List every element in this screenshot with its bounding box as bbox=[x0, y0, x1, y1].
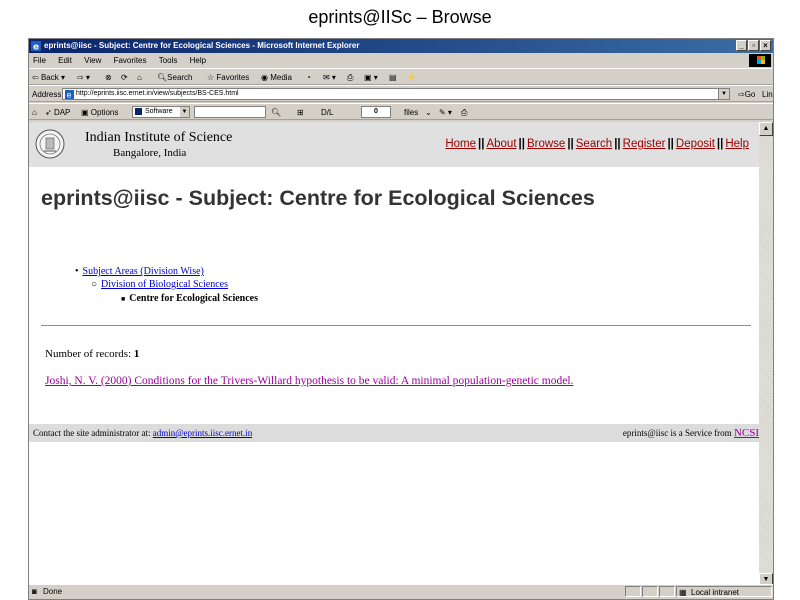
record-count-value: 1 bbox=[133, 348, 140, 360]
custom-toolbar: ⌂ ➶ DAP ▣ Options Software ▼ 🔍︎ ⊞ D/L 0 … bbox=[29, 103, 773, 120]
nav-register[interactable]: Register bbox=[623, 138, 666, 150]
nav-about[interactable]: About bbox=[486, 138, 516, 150]
address-dropdown-icon[interactable]: ▼ bbox=[718, 89, 729, 99]
media-button[interactable]: ◉ Media bbox=[261, 69, 292, 86]
admin-email-link[interactable]: admin@eprints.iisc.ernet.in bbox=[153, 428, 253, 438]
nav-deposit[interactable]: Deposit bbox=[676, 138, 715, 150]
status-text: Done bbox=[43, 587, 63, 596]
address-label: Address bbox=[32, 90, 62, 99]
print-small-icon[interactable]: ⎙ bbox=[461, 104, 467, 121]
window-title: eprints@iisc - Subject: Centre for Ecolo… bbox=[44, 41, 360, 50]
chevron-icon[interactable]: ⌄ bbox=[425, 104, 432, 121]
nav-browse[interactable]: Browse bbox=[527, 138, 565, 150]
breadcrumb-level-2: ○ Division of Biological Sciences bbox=[91, 279, 228, 290]
breadcrumb-level-1: • Subject Areas (Division Wise) bbox=[75, 266, 204, 277]
messenger-icon[interactable]: ⚡ bbox=[406, 69, 416, 86]
iisc-seal-icon bbox=[35, 129, 65, 159]
dl-label: D/L bbox=[321, 108, 334, 117]
minimize-button[interactable]: _ bbox=[736, 40, 747, 51]
slide-title: eprints@IISc – Browse bbox=[308, 7, 492, 27]
address-bar: Address e http://eprints.iisc.ernet.in/v… bbox=[29, 85, 773, 102]
discuss-icon[interactable]: ▤ bbox=[389, 69, 397, 86]
vertical-scrollbar[interactable]: ▲ ▼ bbox=[759, 122, 773, 587]
record-count: Number of records: 1 bbox=[45, 348, 140, 360]
zone-text: Local intranet bbox=[691, 588, 740, 597]
site-footer: Contact the site administrator at: admin… bbox=[29, 424, 759, 442]
page-icon: e bbox=[65, 90, 74, 99]
back-button[interactable]: ⇦ Back ▾ bbox=[32, 69, 65, 86]
refresh-icon[interactable]: ⟳ bbox=[121, 69, 128, 86]
address-input[interactable]: e http://eprints.iisc.ernet.in/view/subj… bbox=[62, 88, 730, 100]
status-page-icon: ◙ bbox=[32, 587, 37, 596]
go-button[interactable]: ⇨Go bbox=[738, 86, 755, 103]
page-content: Indian Institute of Science Bangalore, I… bbox=[29, 122, 759, 587]
highlighter-icon[interactable]: ✎ ▾ bbox=[439, 104, 452, 121]
standard-toolbar: ⇦ Back ▾ ⇨ ▾ ⊗ ⟳ ⌂ 🔍︎Search ☆ Favorites … bbox=[29, 68, 773, 85]
zone-panel: ▦ Local intranet bbox=[676, 586, 772, 597]
home-small-icon[interactable]: ⌂ bbox=[32, 104, 37, 121]
menu-tools[interactable]: Tools bbox=[159, 54, 178, 67]
institute-name: Indian Institute of Science bbox=[85, 130, 233, 145]
institute-location: Bangalore, India bbox=[113, 147, 187, 159]
nav-home[interactable]: Home bbox=[445, 138, 476, 150]
favorites-button[interactable]: ☆ Favorites bbox=[207, 69, 249, 86]
status-bar: ◙ Done ▦ Local intranet bbox=[29, 584, 773, 599]
nav-help[interactable]: Help bbox=[725, 138, 749, 150]
menu-bar: File Edit View Favorites Tools Help bbox=[29, 54, 773, 67]
home-icon[interactable]: ⌂ bbox=[137, 69, 142, 86]
breadcrumb-level-3: ■ Centre for Ecological Sciences bbox=[121, 293, 258, 304]
ncsi-link[interactable]: NCSI bbox=[734, 427, 759, 439]
menu-file[interactable]: File bbox=[33, 54, 46, 67]
browser-window: e eprints@iisc - Subject: Centre for Eco… bbox=[28, 38, 774, 600]
breadcrumb-subject-areas[interactable]: Subject Areas (Division Wise) bbox=[83, 266, 204, 277]
mail-icon[interactable]: ✉ ▾ bbox=[323, 69, 336, 86]
files-label: files bbox=[404, 108, 419, 117]
menu-view[interactable]: View bbox=[84, 54, 101, 67]
software-icon bbox=[135, 108, 142, 115]
site-header: Indian Institute of Science Bangalore, I… bbox=[29, 122, 759, 167]
intranet-icon: ▦ bbox=[679, 588, 687, 597]
dap-button[interactable]: ➶ DAP bbox=[45, 104, 70, 121]
ie-icon: e bbox=[31, 41, 41, 51]
top-navigation: Home || About || Browse || Search || Register || D… bbox=[445, 138, 749, 150]
search-button[interactable]: 🔍︎Search bbox=[157, 69, 193, 86]
stop-icon[interactable]: ⊗ bbox=[105, 69, 112, 86]
page-title: eprints@iisc - Subject: Centre for Ecolo… bbox=[41, 186, 595, 210]
close-button[interactable]: × bbox=[760, 40, 771, 51]
windows-logo-icon bbox=[749, 54, 771, 67]
menu-favorites[interactable]: Favorites bbox=[114, 54, 147, 67]
record-link[interactable]: Joshi, N. V. (2000) Conditions for the T… bbox=[45, 375, 573, 387]
print-icon[interactable]: ⎙ bbox=[347, 69, 353, 86]
nav-search[interactable]: Search bbox=[576, 138, 612, 150]
maximize-button[interactable]: ▫ bbox=[748, 40, 759, 51]
title-bar[interactable]: e eprints@iisc - Subject: Centre for Eco… bbox=[29, 39, 773, 53]
svg-text:e: e bbox=[33, 43, 39, 52]
breadcrumb-current: Centre for Ecological Sciences bbox=[129, 293, 258, 304]
menu-help[interactable]: Help bbox=[190, 54, 206, 67]
scroll-up-icon[interactable]: ▲ bbox=[759, 122, 773, 136]
links-button[interactable]: Links » bbox=[762, 86, 773, 103]
software-select[interactable]: Software ▼ bbox=[132, 106, 190, 118]
options-button[interactable]: ▣ Options bbox=[81, 104, 118, 121]
svg-text:e: e bbox=[67, 91, 72, 100]
history-icon[interactable]: ◔ bbox=[306, 69, 311, 86]
software-dropdown-icon[interactable]: ▼ bbox=[180, 107, 189, 117]
divider bbox=[41, 325, 751, 326]
search-go-icon[interactable]: 🔍︎ bbox=[271, 104, 281, 121]
breadcrumb-biological-sciences[interactable]: Division of Biological Sciences bbox=[101, 279, 228, 290]
forward-button[interactable]: ⇨ ▾ bbox=[77, 69, 90, 86]
grid-icon[interactable]: ⊞ bbox=[297, 104, 304, 121]
software-search-input[interactable] bbox=[194, 106, 266, 118]
edit-icon[interactable]: ▣ ▾ bbox=[364, 69, 378, 86]
dl-count: 0 bbox=[361, 106, 391, 118]
menu-edit[interactable]: Edit bbox=[58, 54, 72, 67]
